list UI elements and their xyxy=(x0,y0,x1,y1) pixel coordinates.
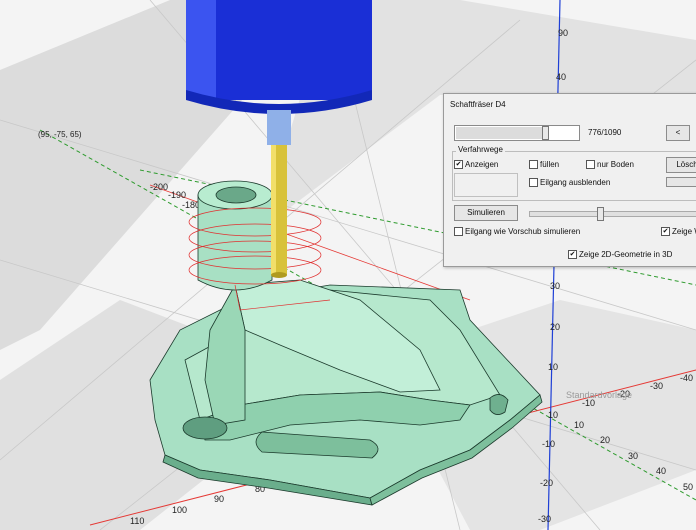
tick-label: -30 xyxy=(538,514,551,524)
tick-label: 90 xyxy=(558,28,568,38)
tick-label: -30 xyxy=(650,381,663,391)
progress-thumb[interactable] xyxy=(542,126,549,140)
hide-entry-checkbox[interactable] xyxy=(529,178,538,187)
axis-caption: Standardvorlage xyxy=(566,390,632,400)
3d-viewport[interactable]: -200 -190 -180 90 -10 -20 -30 -40 90 40 … xyxy=(0,0,696,530)
show-2d-checkbox[interactable]: ✔ xyxy=(568,250,577,259)
hide-entry-label: Eilgang ausblenden xyxy=(540,178,611,187)
tick-label: 10 xyxy=(548,362,558,372)
tick-label: 50 xyxy=(683,482,693,492)
tick-label: 20 xyxy=(600,435,610,445)
show-label: Anzeigen xyxy=(465,160,499,169)
fill-label: füllen xyxy=(540,160,560,169)
tick-label: -10 xyxy=(542,439,555,449)
progress-fill xyxy=(456,127,543,139)
rapid-as-feed-checkbox[interactable] xyxy=(454,227,463,236)
group-title: Verfahrwege xyxy=(456,145,505,154)
extra-button[interactable] xyxy=(666,177,696,187)
tick-label: 90 xyxy=(214,494,224,504)
coordinate-readout: (95, -75, 65) xyxy=(38,130,82,139)
tick-label: -40 xyxy=(680,373,693,383)
speed-slider[interactable] xyxy=(529,211,696,217)
show-2d-label: Zeige 2D-Geometrie in 3D xyxy=(579,250,673,259)
tick-label: 100 xyxy=(172,505,187,515)
tick-label: 30 xyxy=(628,451,638,461)
fill-checkbox[interactable] xyxy=(529,160,538,169)
delete-button[interactable]: Lösch xyxy=(666,157,696,173)
speed-thumb[interactable] xyxy=(597,207,604,221)
show-tool-label: Zeige W xyxy=(672,227,696,236)
progress-slider[interactable] xyxy=(454,125,580,141)
tick-label: -190 xyxy=(168,190,186,200)
tick-label: 110 xyxy=(130,516,144,526)
tick-label: 30 xyxy=(550,281,560,291)
tick-label: 40 xyxy=(556,72,566,82)
tick-label: 20 xyxy=(550,322,560,332)
show-checkbox[interactable]: ✔ xyxy=(454,160,463,169)
tick-label: 40 xyxy=(656,466,666,476)
bottom-only-checkbox[interactable] xyxy=(586,160,595,169)
previous-button[interactable]: < xyxy=(666,125,690,141)
rapid-as-feed-label: Eilgang wie Vorschub simulieren xyxy=(465,227,581,236)
dialog-title: Schaftfräser D4 xyxy=(450,100,506,109)
simulate-button[interactable]: Simulieren xyxy=(454,205,518,221)
bottom-only-label: nur Boden xyxy=(597,160,634,169)
tick-label: -20 xyxy=(540,478,553,488)
tick-label: -200 xyxy=(150,182,168,192)
tick-label: 10 xyxy=(574,420,584,430)
color-swatch[interactable] xyxy=(454,173,518,197)
show-tool-checkbox[interactable]: ✔ xyxy=(661,227,670,236)
counter-text: 776/1090 xyxy=(588,128,622,137)
tick-label: 10 xyxy=(548,410,558,420)
tick-label: -180 xyxy=(182,200,200,210)
tool-simulation-dialog[interactable]: Schaftfräser D4 776/1090 < Verfahrwege ✔… xyxy=(443,93,696,267)
